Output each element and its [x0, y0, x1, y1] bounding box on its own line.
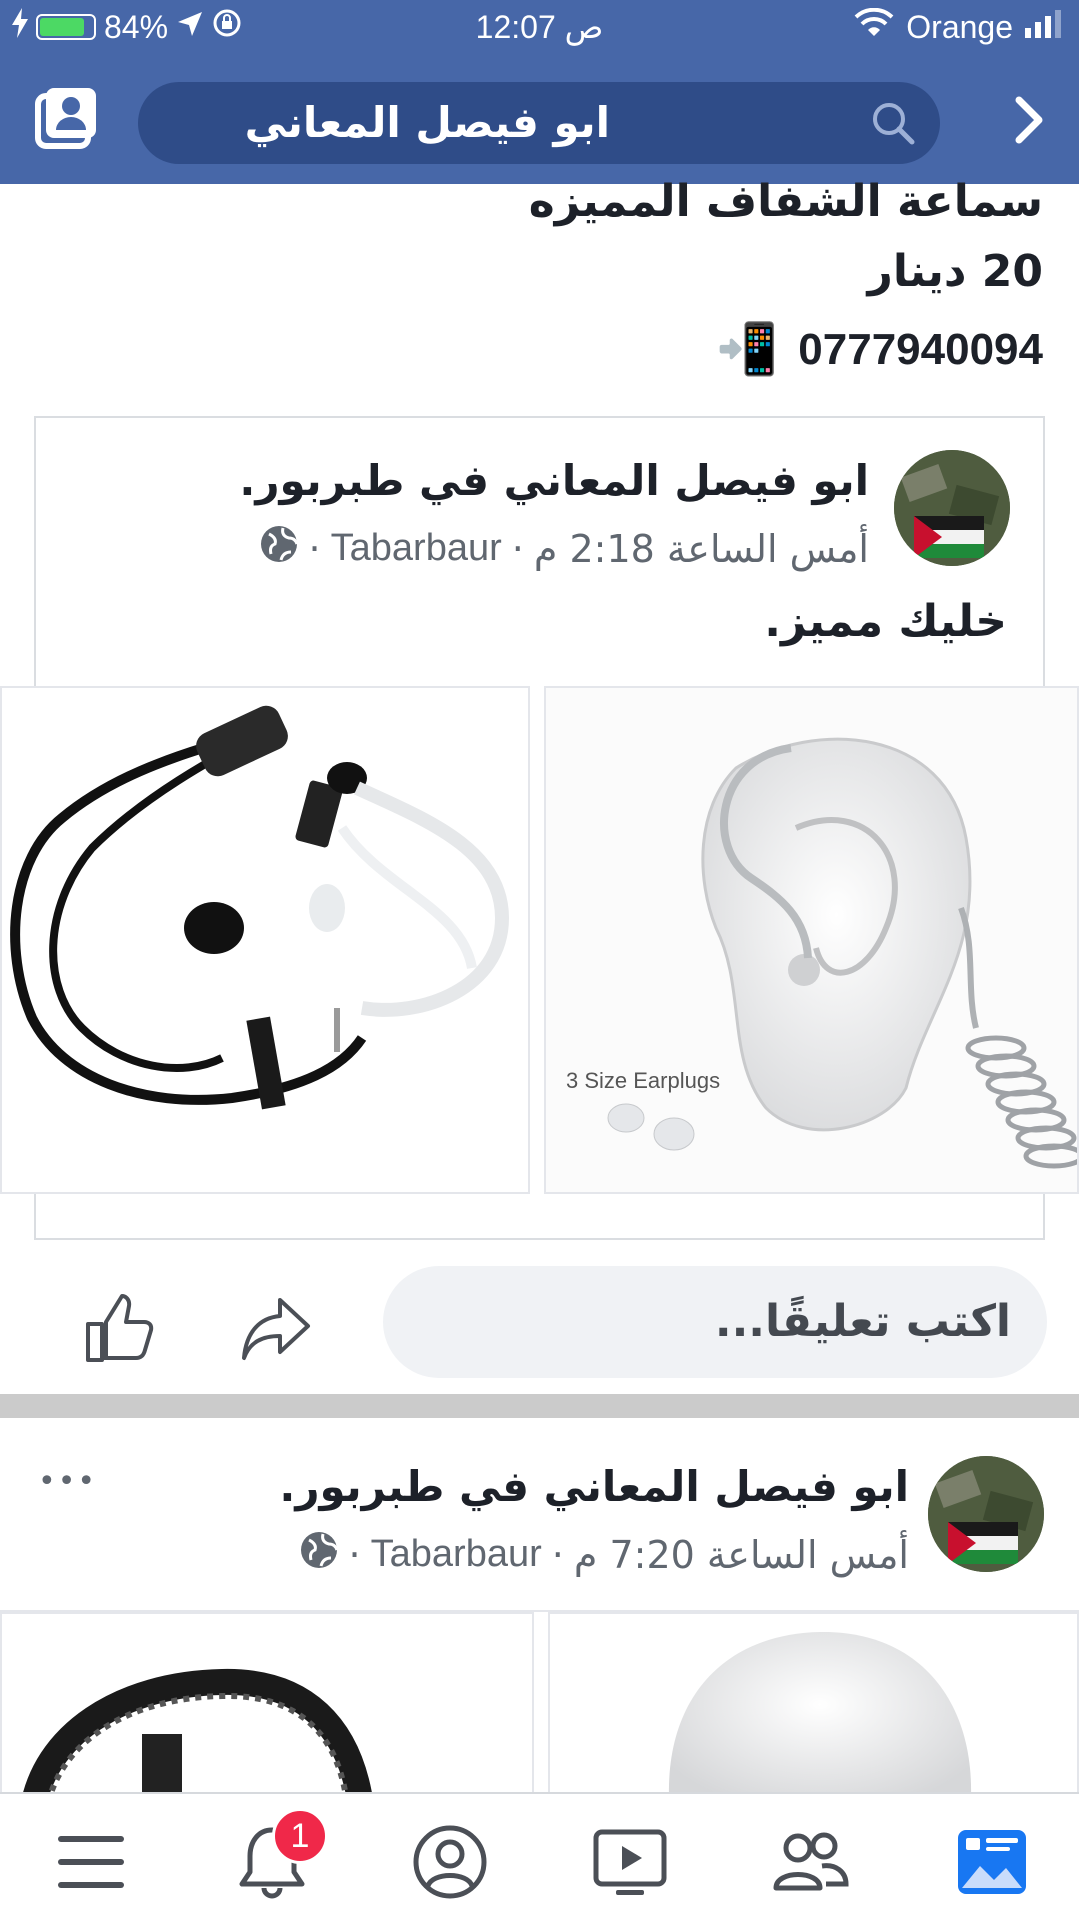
share-icon[interactable] [240, 1292, 312, 1364]
avatar[interactable] [894, 450, 1010, 566]
photo-headset[interactable] [0, 1612, 534, 1792]
post-author[interactable]: ابو فيصل المعاني في طبربور. [279, 1462, 909, 1511]
search-text: ابو فيصل المعاني [244, 98, 610, 147]
wifi-icon [854, 7, 894, 46]
phone-emoji: 📲 [716, 320, 779, 378]
post-actions: اكتب تعليقًا... [0, 1262, 1079, 1382]
post-place[interactable]: Tabarbaur [331, 527, 502, 570]
post-photos [0, 1612, 1079, 1792]
signal-icon [1025, 9, 1065, 46]
post-meta: أمس الساعة 2:18 م · Tabarbaur · [259, 524, 869, 573]
previous-post-line2: 20 دينار [867, 246, 1043, 297]
avatar[interactable] [928, 1456, 1044, 1572]
friends-icon[interactable] [770, 1822, 850, 1902]
like-icon[interactable] [84, 1292, 156, 1364]
more-options-icon[interactable]: ••• [38, 1464, 97, 1499]
meta-separator: · [511, 526, 524, 571]
previous-post-phone-row: 📲 0777940094 [716, 320, 1043, 379]
post-time[interactable]: أمس الساعة 7:20 م [574, 1533, 909, 1577]
chevron-right-icon[interactable] [1009, 92, 1049, 148]
post-place[interactable]: Tabarbaur [371, 1533, 542, 1576]
comment-input[interactable]: اكتب تعليقًا... [383, 1266, 1047, 1378]
bottom-tab-bar: 1 [0, 1792, 1079, 1920]
search-icon [870, 100, 916, 146]
status-bar: 84% 12:07 ص Orange [0, 0, 1079, 56]
previous-post-phone: 0777940094 [798, 324, 1043, 374]
photo-earpiece-ear[interactable]: 3 Size Earplugs [544, 686, 1079, 1194]
globe-icon [299, 1530, 339, 1579]
photo-label: 3 Size Earplugs [566, 1068, 721, 1093]
carrier-name: Orange [906, 8, 1013, 45]
search-input[interactable]: ابو فيصل المعاني [138, 82, 940, 164]
meta-separator-2: · [308, 526, 321, 571]
post-meta: أمس الساعة 7:20 م · Tabarbaur · [299, 1530, 909, 1579]
watch-video-icon[interactable] [590, 1822, 670, 1902]
photo-mannequin[interactable] [548, 1612, 1079, 1792]
profile-card-icon[interactable] [32, 84, 102, 154]
previous-post-line1: سماعة الشفاف المميزه [528, 176, 1043, 227]
post-caption: خليك مميز. [764, 596, 1007, 647]
menu-icon[interactable] [52, 1822, 132, 1902]
feed-divider [0, 1394, 1079, 1418]
top-nav-bar: ابو فيصل المعاني [0, 56, 1079, 184]
news-feed-icon[interactable] [952, 1822, 1032, 1902]
status-right: Orange [854, 7, 1065, 46]
post-photos: 3 Size Earplugs [0, 686, 1079, 1194]
globe-icon [259, 524, 299, 573]
post-time[interactable]: أمس الساعة 2:18 م [534, 527, 869, 571]
comment-placeholder: اكتب تعليقًا... [714, 1296, 1011, 1347]
profile-icon[interactable] [410, 1822, 490, 1902]
meta-separator-2: · [348, 1532, 361, 1577]
post-author[interactable]: ابو فيصل المعاني في طبربور. [239, 456, 869, 505]
photo-earpiece-cable[interactable] [0, 686, 530, 1194]
meta-separator: · [551, 1532, 564, 1577]
shared-post-card-bottom [34, 1194, 1045, 1240]
notification-badge: 1 [272, 1808, 328, 1864]
